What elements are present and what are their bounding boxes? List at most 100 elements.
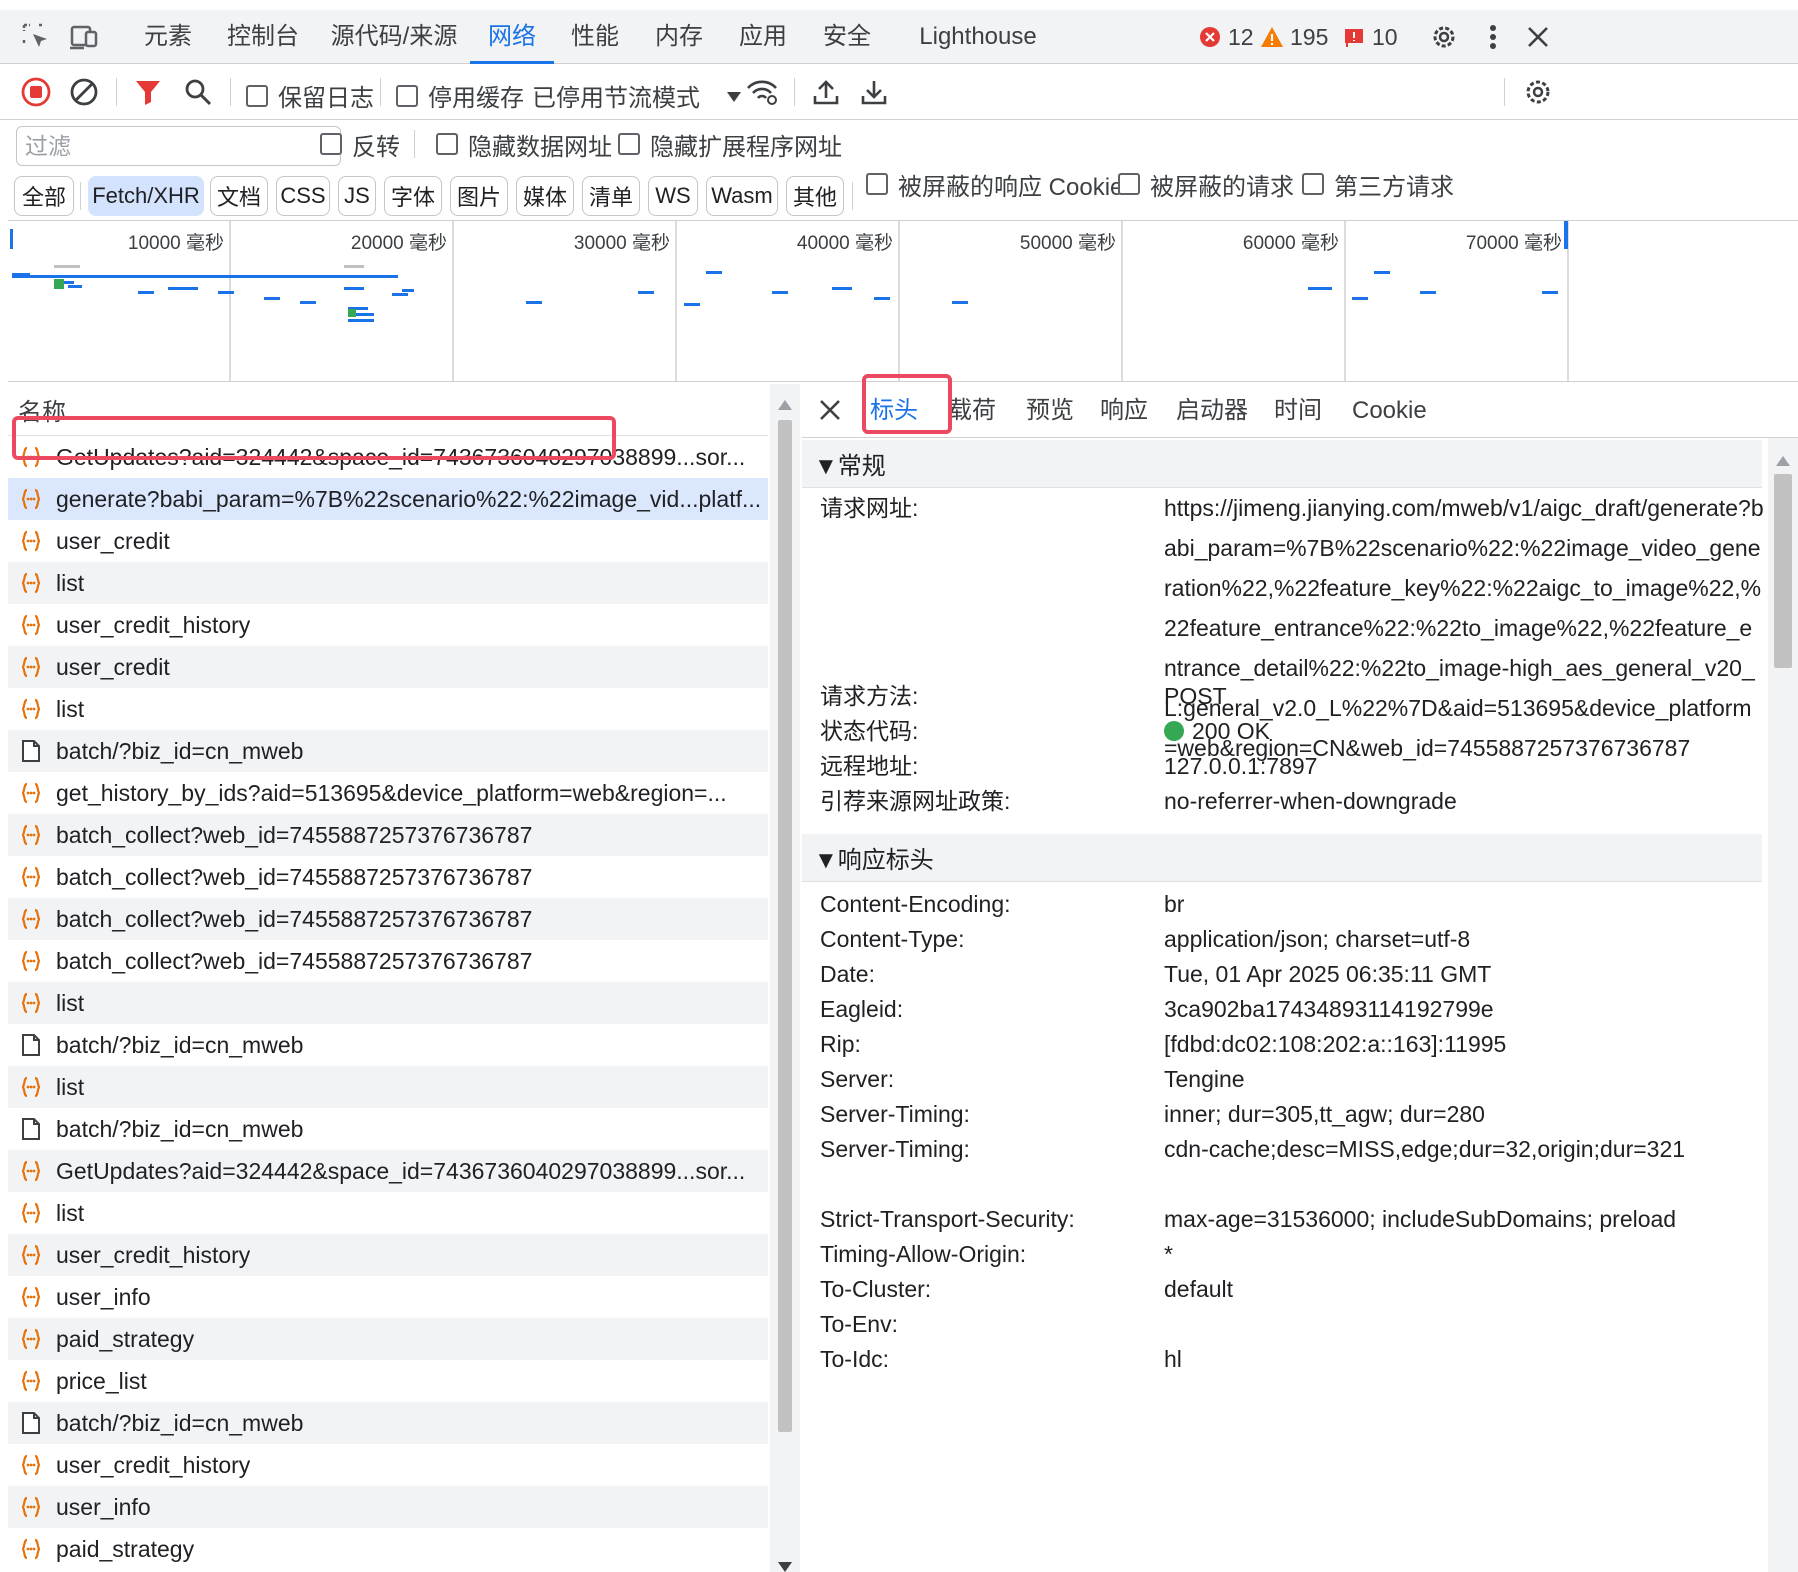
type-chip-img[interactable]: 图片 — [450, 176, 508, 216]
request-row[interactable]: user_info — [8, 1486, 768, 1528]
warning-count-badge[interactable]: 195 — [1260, 22, 1328, 52]
request-row[interactable]: list — [8, 1192, 768, 1234]
third-party-checkbox[interactable]: 第三方请求 — [1302, 156, 1454, 212]
request-row[interactable]: batch_collect?web_id=7455887257376736787 — [8, 856, 768, 898]
network-settings-gear-icon[interactable] — [1520, 64, 1556, 120]
request-row[interactable]: batch/?biz_id=cn_mweb — [8, 1402, 768, 1444]
type-chip-doc[interactable]: 文档 — [210, 176, 268, 216]
blocked-cookies-checkbox[interactable]: 被屏蔽的响应 Cookie — [866, 156, 1123, 212]
search-icon[interactable] — [180, 64, 216, 120]
tab-elements[interactable]: 元素 — [136, 10, 200, 64]
checkbox-box[interactable] — [618, 133, 640, 155]
more-options-icon[interactable] — [1478, 10, 1508, 64]
request-row[interactable]: user_credit_history — [8, 604, 768, 646]
tick-label: 60000 毫秒 — [1243, 232, 1339, 254]
close-devtools-icon[interactable] — [1520, 10, 1556, 64]
checkbox-box[interactable] — [436, 133, 458, 155]
request-row[interactable]: get_history_by_ids?aid=513695&device_pla… — [8, 772, 768, 814]
type-chip-fetch-xhr[interactable]: Fetch/XHR — [88, 176, 204, 216]
clear-icon[interactable] — [66, 64, 102, 120]
type-chip-css[interactable]: CSS — [276, 176, 330, 216]
tab-initiator[interactable]: 启动器 — [1176, 384, 1248, 438]
tab-security[interactable]: 安全 — [816, 10, 878, 64]
request-row[interactable]: user_credit_history — [8, 1444, 768, 1486]
tab-timing[interactable]: 时间 — [1274, 384, 1322, 438]
checkbox-box[interactable] — [1118, 173, 1140, 195]
request-row[interactable]: batch_collect?web_id=7455887257376736787 — [8, 898, 768, 940]
tab-performance[interactable]: 性能 — [564, 10, 626, 64]
hide-data-urls-checkbox[interactable]: 隐藏数据网址 — [436, 116, 612, 172]
device-toolbar-icon[interactable] — [66, 10, 102, 64]
checkbox-box[interactable] — [246, 84, 268, 107]
tab-lighthouse[interactable]: Lighthouse — [918, 10, 1038, 64]
response-headers-section-header[interactable]: ▼响应标头 — [802, 834, 1762, 882]
request-row[interactable]: batch_collect?web_id=7455887257376736787 — [8, 940, 768, 982]
network-overview-timeline[interactable]: 10000 毫秒 20000 毫秒 30000 毫秒 40000 毫秒 5000… — [8, 220, 1798, 382]
throttle-select[interactable]: 已停用节流模式 — [532, 78, 742, 113]
detail-scrollbar[interactable] — [1768, 438, 1798, 1572]
tab-payload[interactable]: 载荷 — [948, 384, 996, 438]
request-row[interactable]: batch/?biz_id=cn_mweb — [8, 1108, 768, 1150]
filter-input[interactable] — [16, 126, 341, 166]
request-row[interactable]: list — [8, 562, 768, 604]
request-row[interactable]: list — [8, 982, 768, 1024]
request-row[interactable]: user_credit — [8, 646, 768, 688]
export-har-download-icon[interactable] — [856, 64, 892, 120]
request-row[interactable]: paid_strategy — [8, 1528, 768, 1570]
list-scrollbar-thumb[interactable] — [778, 420, 792, 1432]
tab-response[interactable]: 响应 — [1100, 384, 1148, 438]
type-chip-all[interactable]: 全部 — [14, 176, 74, 216]
request-row[interactable]: batch/?biz_id=cn_mweb — [8, 1024, 768, 1066]
tab-sources[interactable]: 源代码/来源 — [326, 10, 462, 64]
scroll-up-arrow-icon[interactable] — [778, 392, 792, 416]
checkbox-box[interactable] — [320, 133, 342, 155]
request-row[interactable]: paid_strategy — [8, 1318, 768, 1360]
filter-icon[interactable] — [130, 64, 166, 120]
list-scrollbar[interactable] — [770, 384, 800, 1572]
scroll-up-arrow-icon[interactable] — [1776, 448, 1790, 472]
request-row[interactable]: batch/?biz_id=cn_mweb — [8, 730, 768, 772]
request-row[interactable]: batch_collect?web_id=7455887257376736787 — [8, 814, 768, 856]
network-conditions-icon[interactable] — [744, 64, 780, 120]
record-stop-icon[interactable] — [18, 64, 54, 120]
request-row[interactable]: price_list — [8, 1360, 768, 1402]
close-detail-icon[interactable] — [818, 398, 842, 428]
checkbox-box[interactable] — [396, 84, 418, 107]
request-row[interactable]: generate?babi_param=%7B%22scenario%22:%2… — [8, 478, 768, 520]
invert-checkbox-row[interactable]: 反转 — [320, 116, 400, 172]
type-chip-manifest[interactable]: 清单 — [582, 176, 640, 216]
type-chip-media[interactable]: 媒体 — [516, 176, 574, 216]
general-section-header[interactable]: ▼常规 — [802, 440, 1762, 488]
request-row[interactable]: user_credit_history — [8, 1234, 768, 1276]
preserve-log-checkbox[interactable]: 保留日志 — [246, 78, 374, 113]
settings-gear-icon[interactable] — [1426, 10, 1462, 64]
type-chip-js[interactable]: JS — [338, 176, 376, 216]
type-chip-other[interactable]: 其他 — [786, 176, 844, 216]
tab-memory[interactable]: 内存 — [648, 10, 710, 64]
error-count-badge[interactable]: 12 — [1198, 22, 1254, 52]
blocked-requests-checkbox[interactable]: 被屏蔽的请求 — [1118, 156, 1294, 212]
tab-preview[interactable]: 预览 — [1026, 384, 1074, 438]
hide-extension-urls-checkbox[interactable]: 隐藏扩展程序网址 — [618, 116, 842, 172]
request-row[interactable]: user_credit — [8, 520, 768, 562]
detail-scrollbar-thumb[interactable] — [1774, 474, 1792, 668]
checkbox-box[interactable] — [1302, 173, 1324, 195]
response-header-name: Server-Timing: — [820, 1101, 970, 1127]
checkbox-box[interactable] — [866, 173, 888, 195]
disable-cache-checkbox[interactable]: 停用缓存 — [396, 78, 524, 113]
request-row[interactable]: GetUpdates?aid=324442&space_id=743673604… — [8, 1150, 768, 1192]
request-row[interactable]: list — [8, 1066, 768, 1108]
request-row[interactable]: user_info — [8, 1276, 768, 1318]
issue-count-badge[interactable]: 10 — [1342, 22, 1398, 52]
type-chip-ws[interactable]: WS — [648, 176, 698, 216]
tab-cookies[interactable]: Cookie — [1352, 384, 1427, 438]
tab-application[interactable]: 应用 — [732, 10, 794, 64]
inspect-element-icon[interactable] — [18, 10, 54, 64]
type-chip-wasm[interactable]: Wasm — [706, 176, 778, 216]
tab-network[interactable]: 网络 — [470, 10, 554, 64]
tab-console[interactable]: 控制台 — [220, 10, 306, 64]
request-row[interactable]: list — [8, 688, 768, 730]
type-chip-font[interactable]: 字体 — [384, 176, 442, 216]
scroll-down-arrow-icon[interactable] — [778, 1554, 792, 1572]
import-har-upload-icon[interactable] — [808, 64, 844, 120]
